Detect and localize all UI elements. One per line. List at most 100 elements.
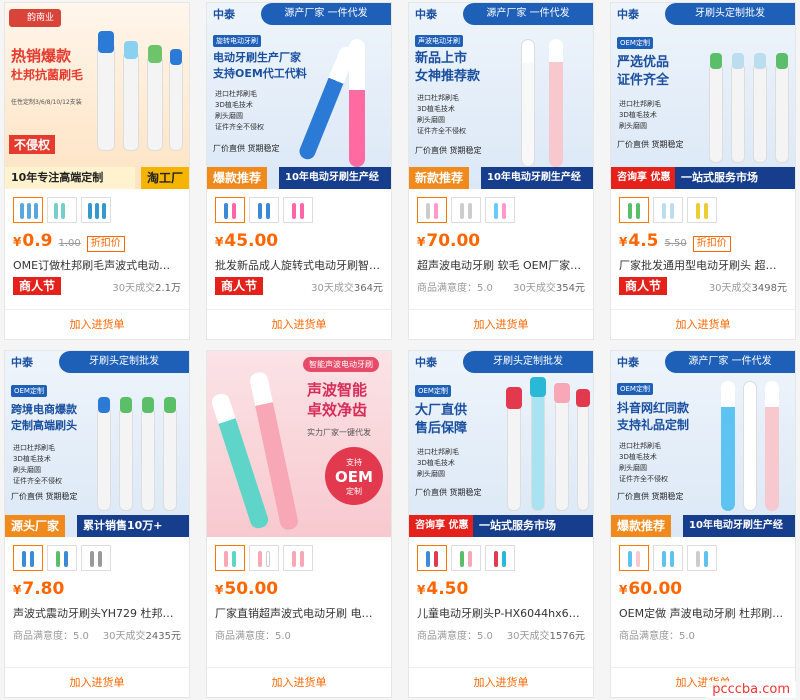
festival-badge: 商人节: [215, 277, 264, 295]
product-banner[interactable]: 中泰 牙刷头定制批发 OEM定制 严选优品 证件齐全 进口杜邦刷毛 3D植毛技术 刷头…: [611, 3, 795, 189]
product-banner[interactable]: 中泰 牙刷头定制批发 OEM定制 跨境电商爆款 定制高端刷头 进口杜邦刷毛 3D植毛…: [5, 351, 189, 537]
currency-symbol: ¥: [619, 235, 628, 249]
thumbnail[interactable]: [417, 545, 447, 571]
price-line: ¥ 45.00: [207, 225, 391, 251]
no-infringement-badge: 不侵权: [9, 135, 56, 154]
banner-subheadline: 支持OEM代工代料: [213, 67, 307, 80]
banner-footer-left: 爆款推荐: [611, 515, 672, 537]
thumbnail[interactable]: [47, 197, 77, 223]
product-title[interactable]: OEM定做 声波电动牙刷 杜邦刷毛 通...: [611, 599, 795, 621]
product-title[interactable]: OME订做杜邦刷毛声波式电动牙刷头 ...: [5, 251, 189, 273]
feature-list: 进口杜邦刷毛 3D植毛技术 刷头磨圆 证件齐全不侵权: [619, 442, 668, 483]
currency-symbol: ¥: [215, 235, 224, 249]
thumbnail-strip: [611, 537, 795, 573]
product-card[interactable]: 智能声波电动牙刷 声波智能 卓效净齿 实力厂家一键代发 支持 OEM 定制 ¥ …: [206, 350, 392, 698]
sales-count: 30天成交1576元: [506, 630, 585, 642]
thumbnail[interactable]: [215, 197, 245, 223]
product-title[interactable]: 厂家直销超声波式电动牙刷 电子智能...: [207, 599, 391, 621]
banner-footer-right: 累计销售10万+: [77, 515, 189, 537]
thumbnail[interactable]: [417, 197, 447, 223]
product-card[interactable]: 中泰 牙刷头定制批发 OEM定制 严选优品 证件齐全 进口杜邦刷毛 3D植毛技术 刷头…: [610, 2, 796, 340]
product-title[interactable]: 儿童电动牙刷头P-HX6044hx6042升...: [409, 599, 593, 621]
add-to-cart-button[interactable]: 加入进货单: [207, 667, 391, 697]
product-card[interactable]: 中泰 牙刷头定制批发 OEM定制 大厂直供 售后保障 进口杜邦刷毛 3D植毛技术 刷头…: [408, 350, 594, 698]
price-line: ¥ 4.5 5.50 折扣价: [611, 225, 795, 252]
thumbnail[interactable]: [283, 545, 313, 571]
product-banner[interactable]: 中泰 源产厂家 一件代发 声波电动牙刷 新品上市 女神推荐款 进口杜邦刷毛 3D植毛…: [409, 3, 593, 189]
add-to-cart-button[interactable]: 加入进货单: [207, 309, 391, 339]
product-meta: 商品满意度：5.0 30天成交1576元: [409, 621, 593, 643]
banner-slogan: 源产厂家 一件代发: [463, 3, 593, 25]
thumbnail[interactable]: [47, 545, 77, 571]
product-title[interactable]: 声波式震动牙刷头YH729 杜邦刷毛 ...: [5, 599, 189, 621]
thumbnail[interactable]: [81, 197, 111, 223]
thumbnail[interactable]: [249, 197, 279, 223]
banner-footer-right: 10年电动牙刷生产经验: [683, 515, 795, 537]
factory-direct-note: 厂价直供 货期稳定: [617, 140, 684, 149]
add-to-cart-button[interactable]: 加入进货单: [409, 309, 593, 339]
thumbnail[interactable]: [485, 197, 515, 223]
product-card[interactable]: 中泰 源产厂家 一件代发 旋转电动牙刷 电动牙刷生产厂家 支持OEM代工代料 进口…: [206, 2, 392, 340]
price-line: ¥ 4.50: [409, 573, 593, 599]
product-banner[interactable]: 中泰 牙刷头定制批发 OEM定制 大厂直供 售后保障 进口杜邦刷毛 3D植毛技术 刷头…: [409, 351, 593, 537]
thumbnail-strip: [611, 189, 795, 225]
product-card[interactable]: 中泰 源产厂家 一件代发 声波电动牙刷 新品上市 女神推荐款 进口杜邦刷毛 3D植毛…: [408, 2, 594, 340]
product-card[interactable]: 中泰 牙刷头定制批发 OEM定制 跨境电商爆款 定制高端刷头 进口杜邦刷毛 3D植毛…: [4, 350, 190, 698]
product-title[interactable]: 厂家批发通用型电动牙刷头 超级清洁...: [611, 251, 795, 273]
thumbnail[interactable]: [283, 197, 313, 223]
product-banner[interactable]: 中泰 源产厂家 一件代发 旋转电动牙刷 电动牙刷生产厂家 支持OEM代工代料 进口…: [207, 3, 391, 189]
product-banner[interactable]: 智能声波电动牙刷 声波智能 卓效净齿 实力厂家一键代发 支持 OEM 定制: [207, 351, 391, 537]
thumbnail[interactable]: [13, 545, 43, 571]
thumbnail[interactable]: [619, 197, 649, 223]
banner-footer-left: 咨询享 优惠: [611, 167, 677, 189]
currency-symbol: ¥: [417, 235, 426, 249]
thumbnail[interactable]: [653, 197, 683, 223]
banner-headline: 跨境电商爆款: [11, 403, 77, 416]
banner-subheadline: 女神推荐款: [415, 69, 481, 84]
product-card[interactable]: 中泰 源产厂家 一件代发 OEM定制 抖音网红同款 支持礼品定制 进口杜邦刷毛 3D…: [610, 350, 796, 698]
add-to-cart-button[interactable]: 加入进货单: [611, 309, 795, 339]
discount-badge: 折扣价: [692, 236, 731, 252]
thumbnail[interactable]: [451, 197, 481, 223]
oem-tag: OEM定制: [415, 385, 451, 397]
product-meta: 商品满意度：5.0: [611, 621, 795, 643]
thumbnail[interactable]: [485, 545, 515, 571]
thumbnail[interactable]: [653, 545, 683, 571]
product-meta: 商人节 30天成交3498元: [611, 273, 795, 295]
brand-logo: 中泰: [415, 8, 437, 21]
price: 4.5: [628, 231, 659, 251]
add-to-cart-button[interactable]: 加入进货单: [5, 309, 189, 339]
banner-headline: 严选优品: [617, 55, 670, 70]
thumbnail[interactable]: [81, 545, 111, 571]
product-card[interactable]: 韵南业 热销爆款 杜邦抗菌刷毛 任性定制3/6/8/10/12支装 不侵权 10…: [4, 2, 190, 340]
thumbnail[interactable]: [687, 197, 717, 223]
price: 7.80: [22, 579, 65, 599]
product-title[interactable]: 批发新品成人旋转式电动牙刷智能清...: [207, 251, 391, 273]
thumbnail[interactable]: [13, 197, 43, 223]
thumbnail[interactable]: [619, 545, 649, 571]
price: 50.00: [224, 579, 279, 599]
sales-count: 30天成交2.1万: [112, 282, 181, 294]
thumbnail[interactable]: [215, 545, 245, 571]
sales-count: 30天成交3498元: [708, 282, 787, 294]
add-to-cart-button[interactable]: 加入进货单: [409, 667, 593, 697]
price-line: ¥ 60.00: [611, 573, 795, 599]
product-title[interactable]: 超声波电动牙刷 软毛 OEM厂家定制 ...: [409, 251, 593, 273]
watermark: pcccba.com: [706, 681, 796, 698]
product-meta: 商人节 30天成交364元: [207, 273, 391, 295]
add-to-cart-button[interactable]: 加入进货单: [5, 667, 189, 697]
brand-logo: 中泰: [617, 8, 639, 21]
feature-list: 进口杜邦刷毛 3D植毛技术 刷头磨圆: [619, 100, 661, 130]
sales-count: 30天成交2435元: [102, 630, 181, 642]
satisfaction: 商品满意度：5.0: [619, 630, 695, 642]
product-banner[interactable]: 韵南业 热销爆款 杜邦抗菌刷毛 任性定制3/6/8/10/12支装 不侵权 10…: [5, 3, 189, 189]
currency-symbol: ¥: [13, 583, 22, 597]
banner-headline: 大厂直供: [415, 403, 468, 418]
thumbnail[interactable]: [249, 545, 279, 571]
thumbnail[interactable]: [451, 545, 481, 571]
banner-headline: 电动牙刷生产厂家: [213, 51, 301, 64]
oem-badge: 支持 OEM 定制: [325, 447, 383, 505]
product-banner[interactable]: 中泰 源产厂家 一件代发 OEM定制 抖音网红同款 支持礼品定制 进口杜邦刷毛 3D…: [611, 351, 795, 537]
thumbnail[interactable]: [687, 545, 717, 571]
banner-footer-left: 爆款推荐: [207, 167, 268, 189]
